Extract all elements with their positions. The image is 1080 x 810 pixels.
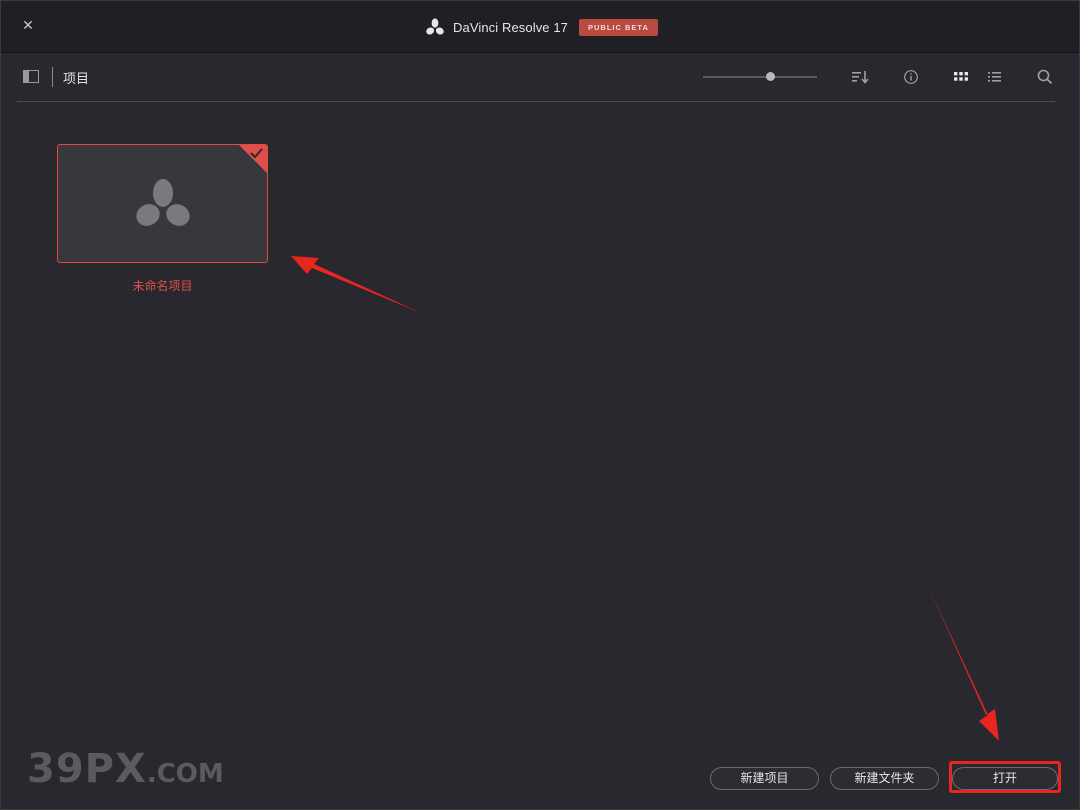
project-manager-window: ✕ DaVinci Resolve 17 PUBLIC BETA 项目 未命名项… xyxy=(0,0,1080,810)
close-icon[interactable]: ✕ xyxy=(19,17,37,35)
project-name-label[interactable]: 未命名项目 xyxy=(57,277,268,294)
open-button-highlight xyxy=(949,761,1061,793)
search-icon[interactable] xyxy=(1035,67,1055,87)
title-bar: ✕ DaVinci Resolve 17 PUBLIC BETA xyxy=(1,1,1079,53)
new-folder-button[interactable]: 新建文件夹 xyxy=(830,767,939,790)
title-group: DaVinci Resolve 17 PUBLIC BETA xyxy=(425,15,658,39)
project-thumbnail-logo-icon xyxy=(136,179,190,226)
info-icon[interactable] xyxy=(901,67,921,87)
watermark-main: 39PX xyxy=(27,746,147,792)
toolbar-divider xyxy=(52,67,53,87)
slider-track xyxy=(703,76,817,78)
public-beta-badge: PUBLIC BETA xyxy=(579,18,658,36)
project-card[interactable] xyxy=(57,144,268,263)
site-watermark: 39PX .COM xyxy=(27,746,224,792)
grid-view-icon[interactable] xyxy=(951,67,971,87)
davinci-logo-icon xyxy=(426,18,444,35)
thumbnail-zoom-slider[interactable] xyxy=(703,70,817,84)
sort-icon[interactable] xyxy=(850,67,870,87)
slider-thumb[interactable] xyxy=(766,72,775,81)
sidebar-toggle-icon[interactable] xyxy=(23,70,39,83)
toolbar: 项目 xyxy=(17,53,1055,102)
app-title: DaVinci Resolve 17 xyxy=(453,19,569,35)
selected-check-icon xyxy=(239,145,267,173)
section-title: 项目 xyxy=(63,72,90,87)
list-view-icon[interactable] xyxy=(985,67,1005,87)
new-project-button[interactable]: 新建项目 xyxy=(710,767,819,790)
watermark-suffix: .COM xyxy=(146,759,224,789)
annotation-arrows xyxy=(291,256,999,741)
